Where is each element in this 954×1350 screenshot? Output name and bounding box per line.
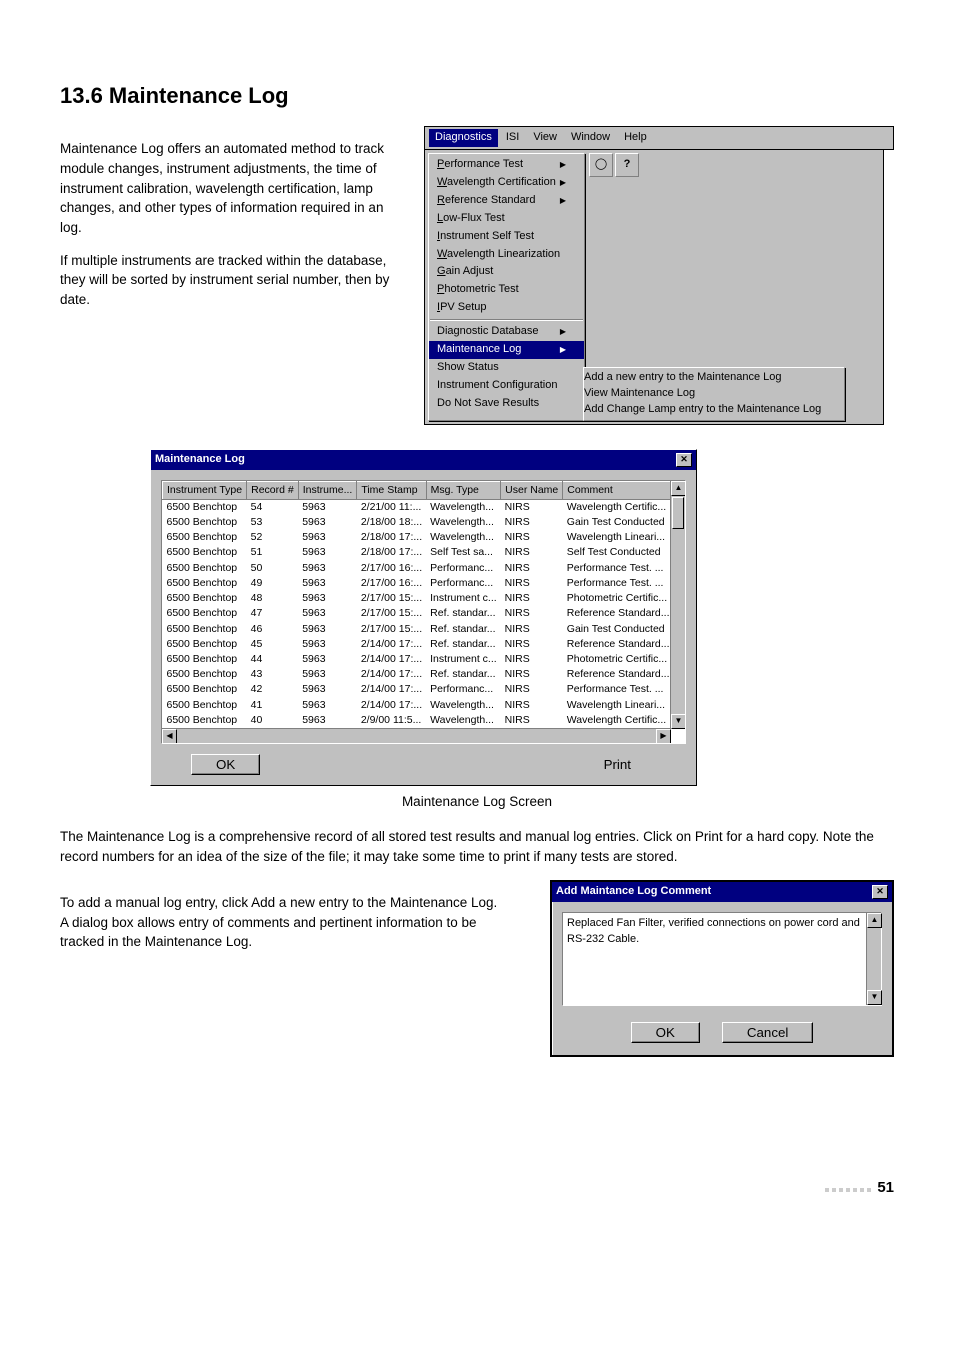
menu-item[interactable]: Instrument Configuration [429, 377, 584, 395]
vertical-scrollbar[interactable]: ▲ ▼ [866, 913, 881, 1005]
column-header[interactable]: Record # [247, 481, 299, 499]
menu-item[interactable]: Reference Standard▶ [429, 192, 584, 210]
menu-item[interactable]: Diagnostic Database▶ [429, 323, 584, 341]
menu-item[interactable]: IPV Setup [429, 299, 584, 317]
maintenance-log-window: Maintenance Log ✕ Instrument TypeRecord … [150, 449, 697, 786]
close-icon[interactable]: ✕ [872, 885, 888, 899]
scrollbar-thumb[interactable] [672, 497, 684, 529]
comment-text: Replaced Fan Filter, verified connection… [567, 917, 860, 945]
menu-isi[interactable]: ISI [500, 129, 525, 147]
menu-item[interactable]: Do Not Save Results [429, 395, 584, 413]
table-row[interactable]: 6500 Benchtop5159632/18/00 17:...Self Te… [163, 545, 674, 560]
column-header[interactable]: Instrume... [298, 481, 357, 499]
menu-item[interactable]: Show Status [429, 359, 584, 377]
add-comment-dialog: Add Maintance Log Comment ✕ Replaced Fan… [550, 880, 894, 1057]
scroll-down-icon[interactable]: ▼ [671, 714, 686, 729]
paragraph: Maintenance Log offers an automated meth… [60, 139, 406, 237]
menu-item[interactable]: Photometric Test [429, 281, 584, 299]
table-row[interactable]: 6500 Benchtop4959632/17/00 16:...Perform… [163, 576, 674, 591]
menu-item[interactable]: Gain Adjust [429, 263, 584, 281]
menu-item[interactable]: Maintenance Log▶ [429, 341, 584, 359]
scroll-up-icon[interactable]: ▲ [671, 481, 686, 496]
menu-diagnostics[interactable]: Diagnostics [429, 129, 498, 147]
table-row[interactable]: 6500 Benchtop4759632/17/00 15:...Ref. st… [163, 606, 674, 621]
print-button[interactable]: Print [579, 754, 656, 775]
table-row[interactable]: 6500 Benchtop4859632/17/00 15:...Instrum… [163, 591, 674, 606]
menu-window[interactable]: Window [565, 129, 616, 147]
menu-view[interactable]: View [527, 129, 563, 147]
comment-textarea[interactable]: Replaced Fan Filter, verified connection… [562, 912, 882, 1006]
table-row[interactable]: 6500 Benchtop5459632/21/00 11:...Wavelen… [163, 499, 674, 515]
horizontal-scrollbar[interactable]: ◀ ▶ [162, 728, 671, 743]
column-header[interactable]: User Name [501, 481, 563, 499]
column-header[interactable]: Time Stamp [357, 481, 426, 499]
vertical-scrollbar[interactable]: ▲ ▼ [670, 481, 685, 729]
submenu-item[interactable]: Add a new entry to the Maintenance Log [584, 370, 844, 386]
dialog-cancel-button[interactable]: Cancel [722, 1022, 814, 1043]
menu-screenshot: Diagnostics ISI View Window Help Perform… [424, 126, 894, 425]
diagnostics-dropdown: Performance Test▶Wavelength Certificatio… [428, 153, 585, 421]
ok-button[interactable]: OK [191, 754, 260, 775]
close-icon[interactable]: ✕ [676, 453, 692, 467]
figure-caption: Maintenance Log Screen [60, 792, 894, 812]
table-row[interactable]: 6500 Benchtop4559632/14/00 17:...Ref. st… [163, 637, 674, 652]
submenu-item[interactable]: View Maintenance Log [584, 386, 844, 402]
menu-item[interactable]: Performance Test▶ [429, 156, 584, 174]
menu-item[interactable]: Wavelength Linearization [429, 246, 584, 264]
log-table[interactable]: Instrument TypeRecord #Instrume...Time S… [162, 481, 674, 744]
menu-help[interactable]: Help [618, 129, 653, 147]
column-header[interactable]: Msg. Type [426, 481, 501, 499]
toolbar-stop-icon[interactable]: ◯ [589, 153, 613, 177]
menu-bar: Diagnostics ISI View Window Help [424, 126, 894, 150]
page-decoration [822, 1178, 871, 1198]
table-row[interactable]: 6500 Benchtop4359632/14/00 17:...Ref. st… [163, 667, 674, 682]
paragraph: If multiple instruments are tracked with… [60, 251, 406, 310]
column-header[interactable]: Comment [563, 481, 674, 499]
table-row[interactable]: 6500 Benchtop5359632/18/00 18:...Wavelen… [163, 515, 674, 530]
paragraph: The Maintenance Log is a comprehensive r… [60, 827, 894, 866]
scroll-up-icon[interactable]: ▲ [867, 913, 882, 928]
paragraph: To add a manual log entry, click Add a n… [60, 893, 502, 952]
scroll-down-icon[interactable]: ▼ [867, 990, 882, 1005]
submenu-item[interactable]: Add Change Lamp entry to the Maintenance… [584, 402, 844, 418]
table-row[interactable]: 6500 Benchtop5259632/18/00 17:...Wavelen… [163, 530, 674, 545]
table-row[interactable]: 6500 Benchtop5059632/17/00 16:...Perform… [163, 561, 674, 576]
menu-item[interactable]: Low-Flux Test [429, 210, 584, 228]
menu-item[interactable]: Wavelength Certification▶ [429, 174, 584, 192]
page-number: 51 [877, 1177, 894, 1199]
section-heading: 13.6 Maintenance Log [60, 80, 894, 112]
table-row[interactable]: 6500 Benchtop4159632/14/00 17:...Wavelen… [163, 698, 674, 713]
toolbar-help-icon[interactable]: ? [615, 153, 639, 177]
scroll-left-icon[interactable]: ◀ [162, 729, 177, 744]
menu-item[interactable]: Instrument Self Test [429, 228, 584, 246]
table-row[interactable]: 6500 Benchtop4459632/14/00 17:...Instrum… [163, 652, 674, 667]
window-title: Maintenance Log [155, 452, 245, 468]
column-header[interactable]: Instrument Type [163, 481, 247, 499]
dialog-title: Add Maintance Log Comment [556, 884, 711, 900]
scroll-right-icon[interactable]: ▶ [656, 729, 671, 744]
log-table-host: Instrument TypeRecord #Instrume...Time S… [161, 480, 686, 744]
table-row[interactable]: 6500 Benchtop4059632/9/00 11:5...Wavelen… [163, 713, 674, 728]
table-row[interactable]: 6500 Benchtop4659632/17/00 15:...Ref. st… [163, 622, 674, 637]
table-row[interactable]: 6500 Benchtop4259632/14/00 17:...Perform… [163, 682, 674, 697]
maintenance-log-submenu: Add a new entry to the Maintenance LogVi… [583, 367, 845, 421]
dialog-ok-button[interactable]: OK [631, 1022, 700, 1043]
